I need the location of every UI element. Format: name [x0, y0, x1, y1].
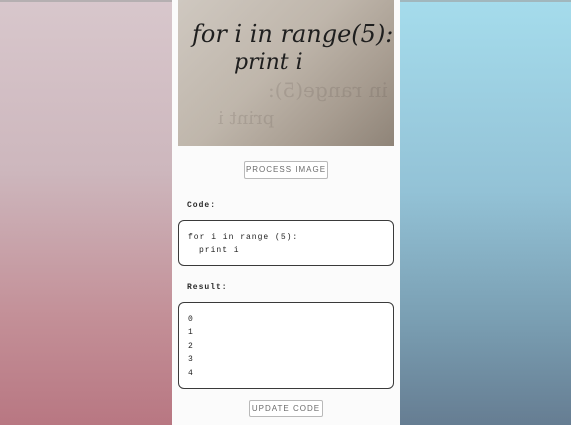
update-code-button[interactable]: UPDATE CODE: [249, 400, 323, 417]
process-image-button[interactable]: PROCESS IMAGE: [244, 161, 328, 179]
handwritten-code-photo: for i in range(5): print i for i in rang…: [178, 0, 394, 146]
background-left: [0, 0, 172, 425]
handwriting-line-2: print i: [234, 50, 303, 75]
code-line: for i in range (5):: [188, 233, 299, 242]
background-right: [400, 0, 571, 425]
result-row: 4: [188, 369, 194, 378]
bleed-through-text: for i in range(5):: [268, 78, 394, 102]
main-panel: for i in range(5): print i for i in rang…: [172, 0, 400, 425]
code-line: print i: [199, 246, 240, 255]
handwriting-line-1: for i in range(5):: [192, 20, 394, 48]
result-row: 3: [188, 355, 194, 364]
result-row: 1: [188, 328, 194, 337]
result-output: 0 1 2 3 4: [178, 302, 394, 389]
code-label: Code:: [187, 201, 217, 210]
result-row: 0: [188, 315, 194, 324]
code-editor[interactable]: for i in range (5): print i: [178, 220, 394, 266]
result-label: Result:: [187, 283, 228, 292]
bleed-through-text: print i: [218, 108, 275, 129]
result-row: 2: [188, 342, 194, 351]
